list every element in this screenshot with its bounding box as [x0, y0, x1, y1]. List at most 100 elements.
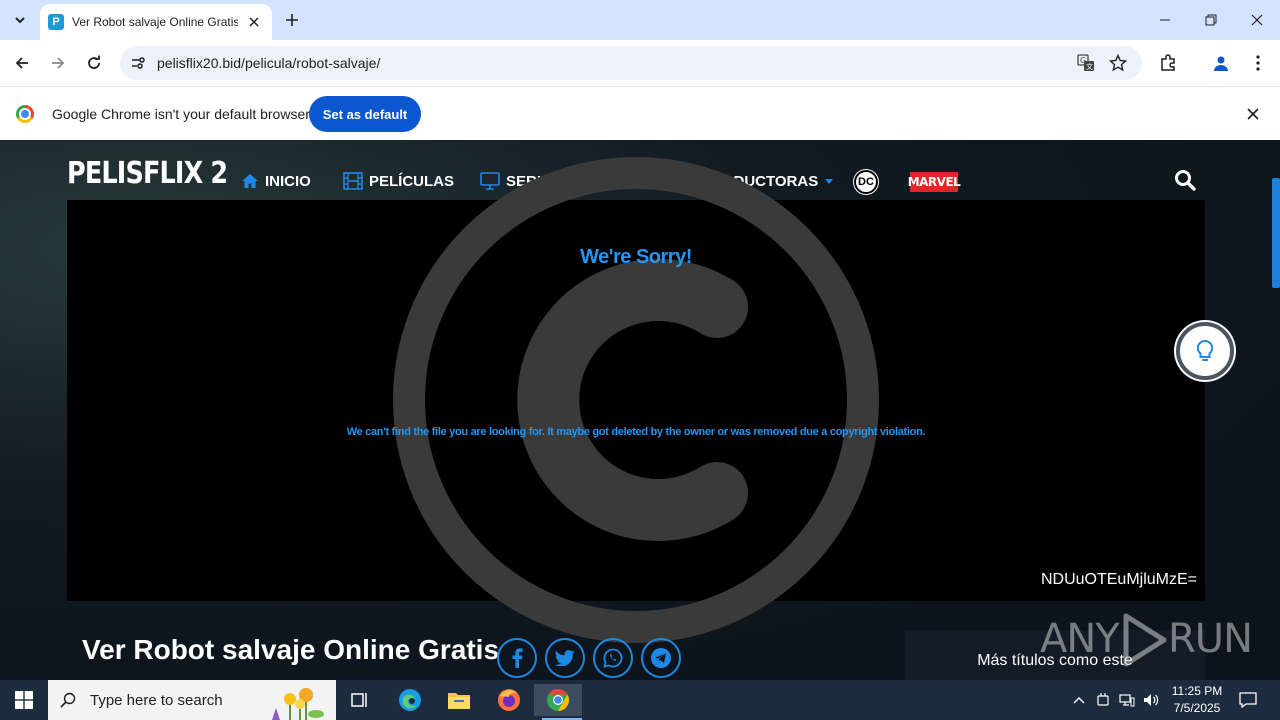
minimize-icon [1160, 19, 1170, 21]
lightbulb-icon [1196, 339, 1214, 361]
tab-title: Ver Robot salvaje Online Gratis [72, 15, 238, 29]
translate-icon: G文 [1077, 54, 1094, 71]
menu-button[interactable] [1244, 49, 1272, 77]
telegram-icon [651, 648, 671, 668]
arrow-right-icon [52, 57, 65, 69]
taskbar-firefox[interactable] [489, 684, 529, 716]
star-icon [1109, 54, 1127, 72]
minimize-button[interactable] [1142, 0, 1188, 40]
active-tab[interactable]: P Ver Robot salvaje Online Gratis [40, 4, 272, 40]
firefox-icon [498, 689, 520, 711]
tray-volume[interactable] [1140, 680, 1162, 720]
marvel-logo-link[interactable]: MARVEL [908, 172, 961, 192]
site-logo[interactable]: PELISFLIX 2 [67, 156, 228, 191]
nav-inicio-label: INICIO [265, 172, 311, 190]
share-twitter-button[interactable] [545, 638, 585, 678]
arrow-left-icon [15, 57, 28, 69]
forward-button[interactable] [44, 49, 72, 77]
twitter-icon [555, 650, 575, 666]
whatsapp-icon [603, 648, 623, 668]
start-button[interactable] [0, 680, 48, 720]
clock-time: 11:25 PM [1171, 684, 1223, 698]
file-id-text: NDUuOTEuMjluMzE= [1040, 571, 1197, 588]
site-info-icon[interactable] [128, 53, 148, 73]
puzzle-icon [1161, 54, 1175, 71]
edge-icon [399, 689, 421, 711]
watermark-text-right: RUN [1168, 616, 1253, 662]
action-center-button[interactable] [1236, 680, 1260, 720]
taskbar-search-box[interactable]: Type here to search [48, 680, 336, 720]
windows-logo-icon [15, 691, 33, 709]
tray-network[interactable] [1116, 680, 1138, 720]
default-browser-infobar: Google Chrome isn't your default browser… [0, 86, 1280, 140]
tab-strip: P Ver Robot salvaje Online Gratis [0, 0, 1280, 40]
bookmark-button[interactable] [1108, 53, 1128, 73]
taskbar-chrome[interactable] [534, 684, 582, 720]
movie-title: Ver Robot salvaje Online Gratis [82, 634, 500, 665]
task-view-button[interactable] [340, 684, 380, 716]
tray-overflow-button[interactable] [1068, 680, 1090, 720]
folder-icon [448, 693, 470, 709]
taskbar-file-explorer[interactable] [439, 684, 479, 716]
kebab-menu-icon [1256, 55, 1260, 71]
anyrun-watermark: ANY RUN [1040, 610, 1253, 670]
profile-button[interactable] [1207, 49, 1235, 77]
share-facebook-button[interactable] [497, 638, 537, 678]
plus-icon [286, 14, 298, 26]
restore-button[interactable] [1188, 0, 1234, 40]
infobar-close-button[interactable] [1244, 105, 1262, 123]
set-default-button[interactable]: Set as default [309, 96, 421, 132]
site-search-button[interactable] [1174, 169, 1196, 191]
home-icon [242, 174, 258, 188]
notification-icon [1239, 692, 1257, 708]
tab-search-button[interactable] [6, 6, 34, 34]
translate-button[interactable]: G文 [1076, 53, 1096, 73]
taskbar-search-placeholder: Type here to search [90, 691, 223, 709]
share-telegram-button[interactable] [641, 638, 681, 678]
network-icon [1119, 694, 1135, 707]
tab-close-button[interactable] [246, 14, 262, 30]
new-tab-button[interactable] [280, 8, 304, 32]
svg-text:文: 文 [1086, 62, 1093, 71]
browser-toolbar: pelisflix20.bid/pelicula/robot-salvaje/ … [0, 40, 1280, 86]
speaker-icon [1144, 694, 1159, 706]
reload-button[interactable] [80, 49, 108, 77]
play-icon [1123, 613, 1167, 667]
site-favicon-icon: P [48, 14, 64, 30]
close-icon [1251, 14, 1263, 26]
watermark-text-left: ANY [1040, 616, 1120, 662]
chrome-logo-icon [16, 105, 34, 123]
film-icon [343, 172, 363, 190]
tray-network-drive[interactable] [1092, 680, 1114, 720]
clock-date: 7/5/2025 [1173, 701, 1221, 715]
usb-icon [1097, 693, 1109, 706]
error-title: We're Sorry! [580, 246, 692, 268]
close-icon [1247, 108, 1259, 120]
taskbar-clock[interactable]: 11:25 PM 7/5/2025 [1162, 683, 1232, 717]
page-scrollbar[interactable] [1270, 140, 1280, 680]
extensions-button[interactable] [1154, 49, 1182, 77]
window-close-button[interactable] [1234, 0, 1280, 40]
nav-inicio[interactable]: INICIO [241, 170, 311, 192]
web-page: PELISFLIX 2 INICIO PELÍCULAS SERIES GÉNE… [0, 140, 1280, 680]
chrome-icon [547, 689, 569, 711]
taskbar-edge[interactable] [390, 684, 430, 716]
copyright-icon [393, 157, 879, 643]
back-button[interactable] [8, 49, 36, 77]
error-message: We can't find the file you are looking f… [346, 426, 926, 438]
chevron-up-icon [1073, 697, 1085, 704]
reload-icon [88, 55, 100, 69]
share-whatsapp-button[interactable] [593, 638, 633, 678]
facebook-icon [512, 648, 523, 668]
lightbulb-button[interactable] [1176, 322, 1234, 380]
address-bar[interactable]: pelisflix20.bid/pelicula/robot-salvaje/ … [120, 46, 1142, 80]
search-icon [60, 692, 76, 708]
flowers-icon [272, 688, 324, 720]
video-player[interactable]: We're Sorry! We can't find the file you … [67, 157, 1205, 643]
scrollbar-thumb[interactable] [1272, 178, 1280, 288]
avatar-icon [1214, 56, 1228, 71]
search-icon [1175, 170, 1196, 191]
windows-taskbar: Type here to search 11:25 PM 7/5/2025 [0, 680, 1280, 720]
infobar-message: Google Chrome isn't your default browser [52, 106, 310, 122]
task-view-icon [351, 693, 367, 707]
